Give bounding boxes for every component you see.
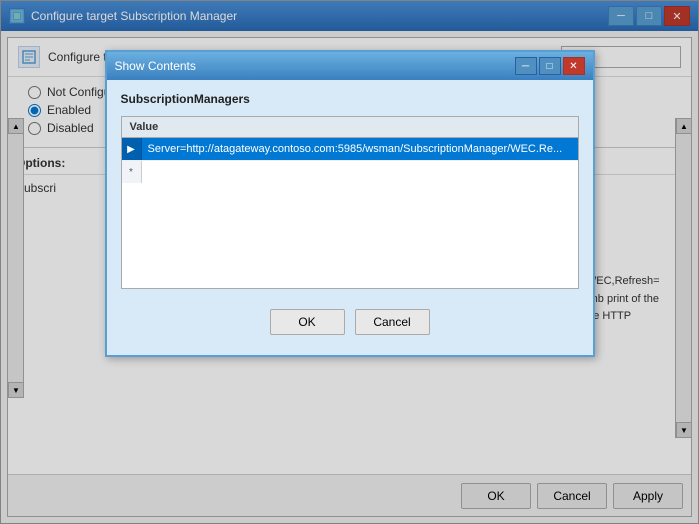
modal-title-bar: Show Contents ─ □ ✕ [107,52,593,80]
modal-overlay: Show Contents ─ □ ✕ SubscriptionManagers… [0,0,699,524]
table-empty-space [122,183,578,283]
table-row-empty[interactable]: * [122,160,578,183]
modal-ok-button[interactable]: OK [270,309,345,335]
modal-maximize-button[interactable]: □ [539,57,561,75]
row-arrow-1: ▶ [122,138,142,160]
modal-title: Show Contents [115,59,196,73]
modal-table-header: Value [122,117,578,138]
modal-section-title: SubscriptionManagers [121,92,579,106]
table-row[interactable]: ▶ Server=http://atagateway.contoso.com:5… [122,138,578,160]
row-value-2[interactable] [142,161,578,183]
modal-title-controls: ─ □ ✕ [515,57,585,75]
row-value-1[interactable]: Server=http://atagateway.contoso.com:598… [142,138,578,160]
show-contents-dialog: Show Contents ─ □ ✕ SubscriptionManagers… [105,50,595,357]
modal-minimize-button[interactable]: ─ [515,57,537,75]
modal-table-body: ▶ Server=http://atagateway.contoso.com:5… [122,138,578,288]
row-arrow-2: * [122,161,142,183]
modal-footer: OK Cancel [121,301,579,343]
modal-table: Value ▶ Server=http://atagateway.contoso… [121,116,579,289]
modal-close-button[interactable]: ✕ [563,57,585,75]
modal-content: SubscriptionManagers Value ▶ Server=http… [107,80,593,355]
modal-cancel-button[interactable]: Cancel [355,309,430,335]
